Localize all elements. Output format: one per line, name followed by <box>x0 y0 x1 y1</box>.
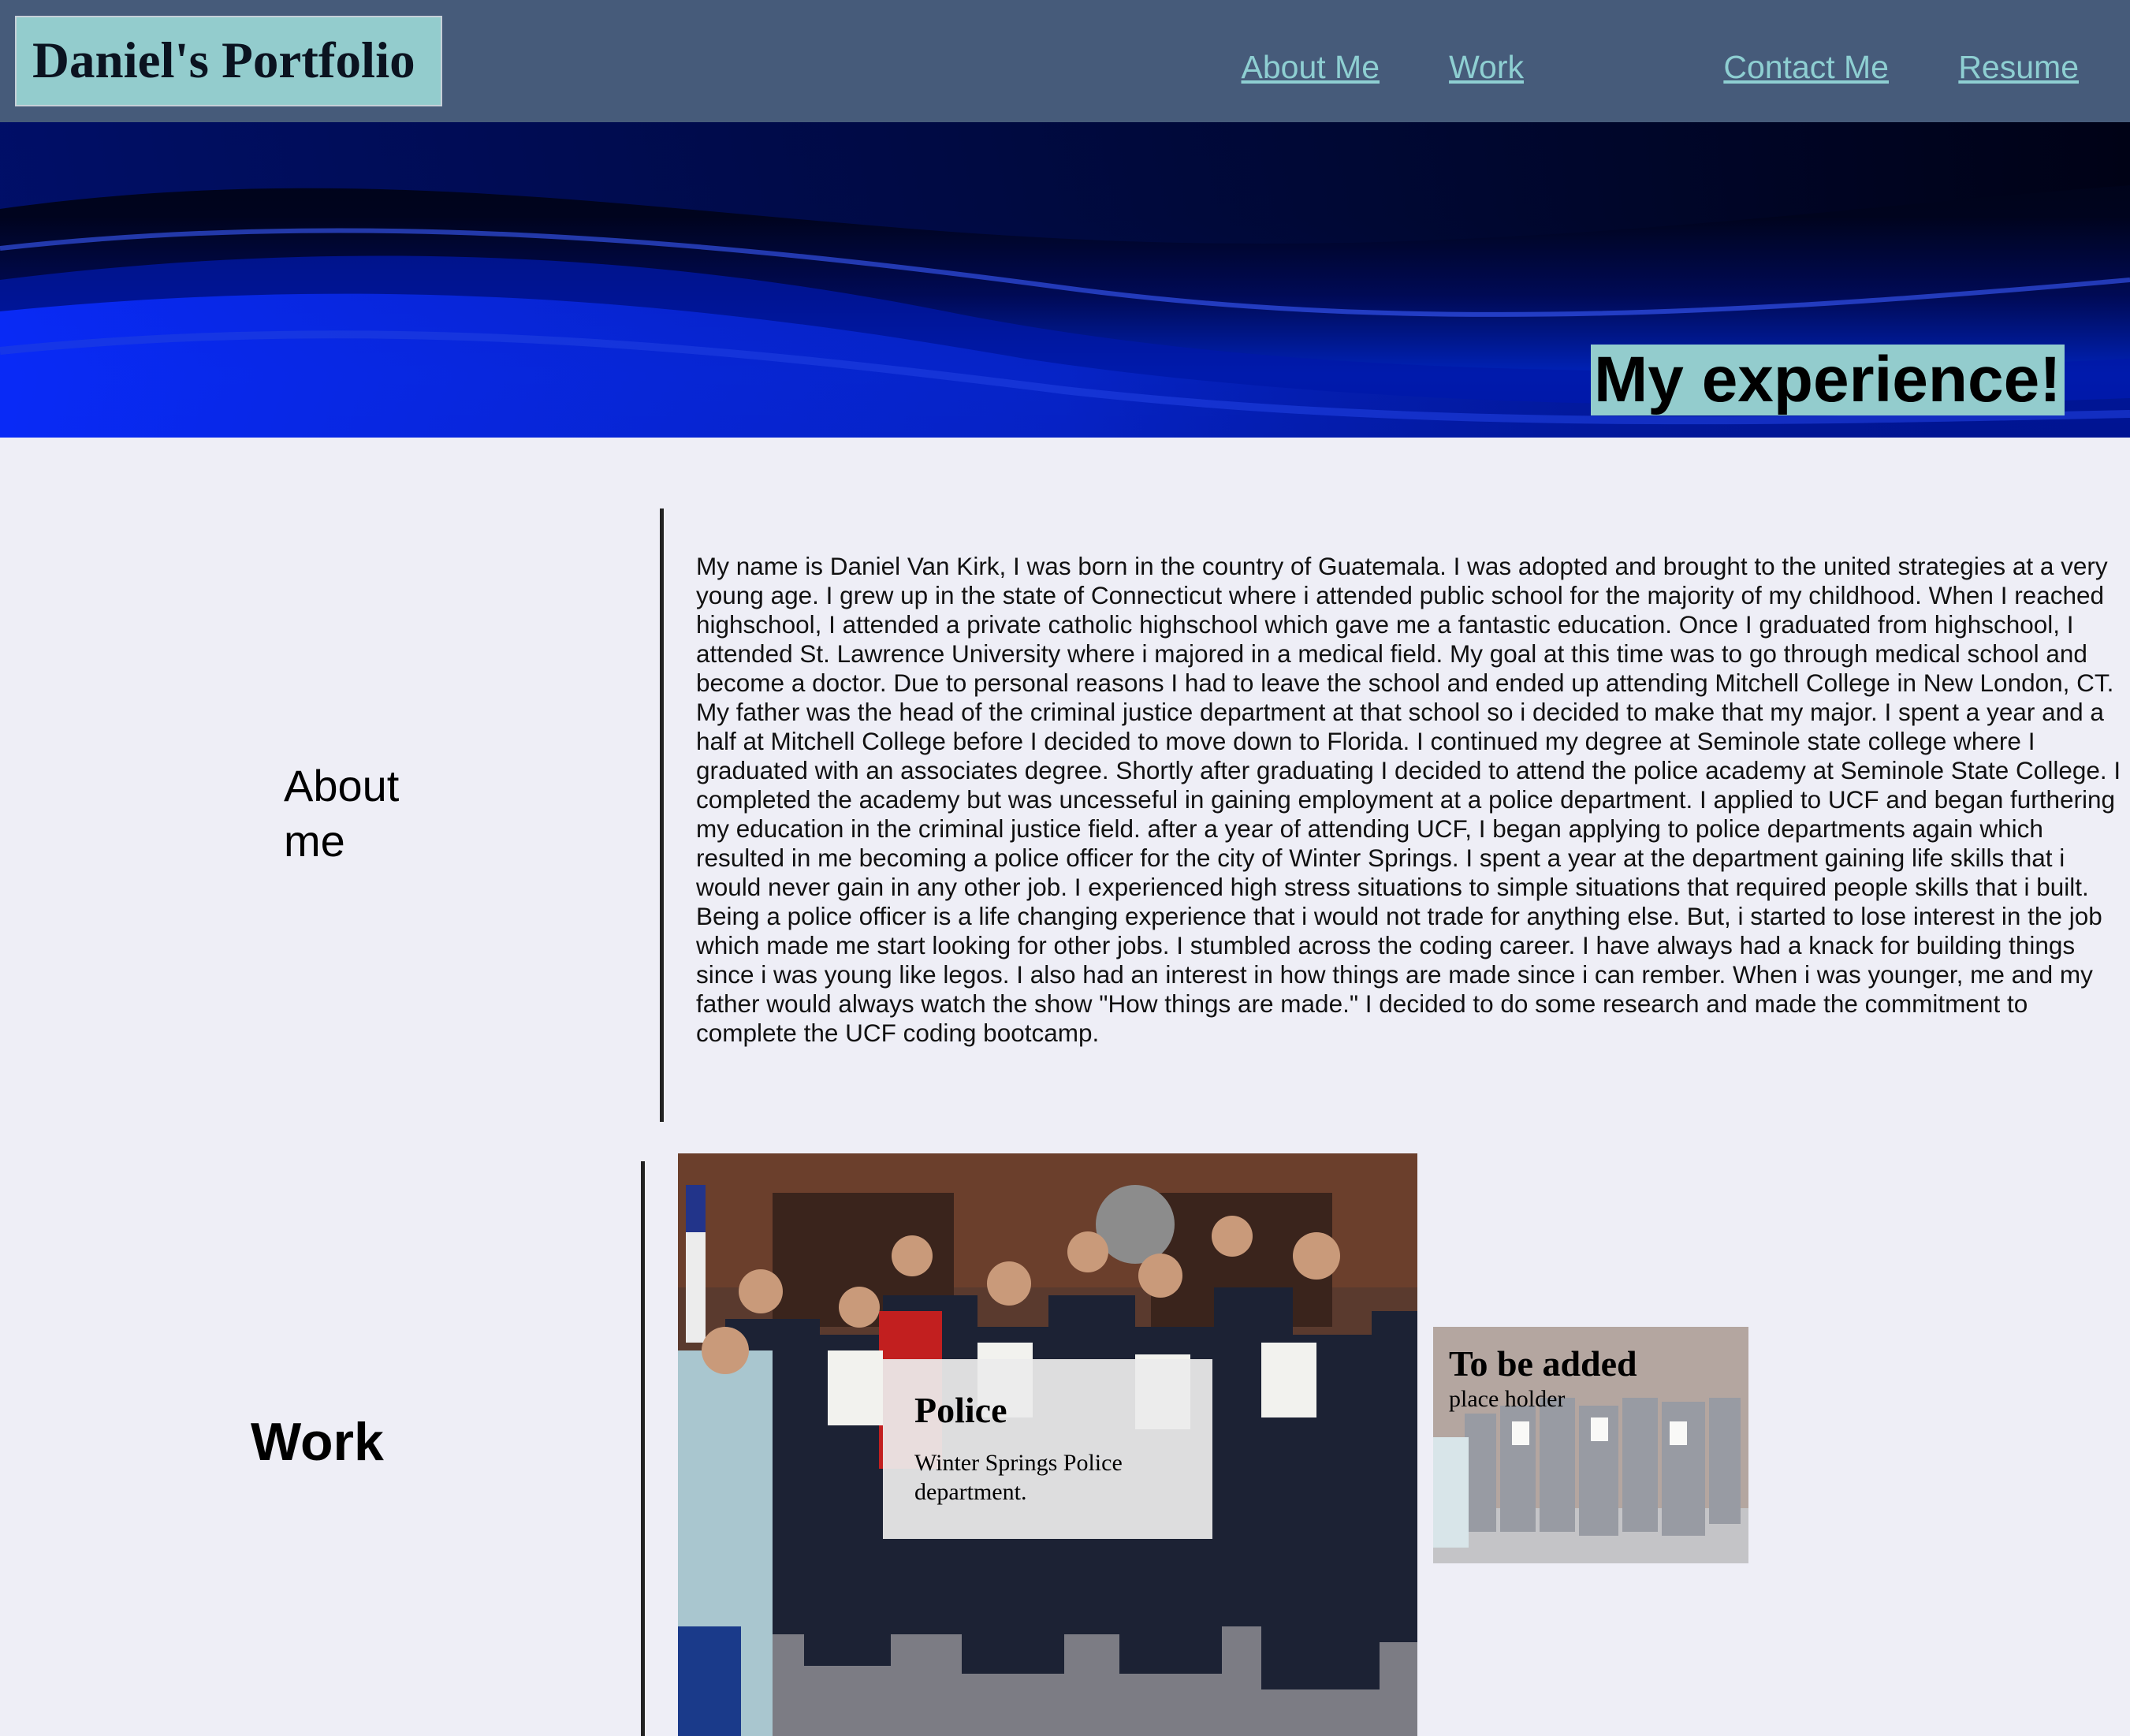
police-caption: Police Winter Springs Police department. <box>883 1359 1212 1539</box>
nav-link-about-me[interactable]: About Me <box>1242 49 1380 86</box>
placeholder-caption: To be added place holder <box>1449 1343 1637 1413</box>
hero-banner: My experience! <box>0 122 2130 438</box>
nav-link-work[interactable]: Work <box>1449 49 1524 86</box>
work-heading: Work <box>251 1412 384 1472</box>
card-subtitle: Winter Springs Police department. <box>914 1450 1123 1505</box>
work-divider <box>641 1161 645 1736</box>
work-card-placeholder[interactable]: To be added place holder <box>1433 1327 1748 1563</box>
work-card-police[interactable]: Police Winter Springs Police department. <box>678 1153 1417 1736</box>
nav-link-resume[interactable]: Resume <box>1958 49 2079 86</box>
nav-link-contact-me[interactable]: Contact Me <box>1723 49 1889 86</box>
card-title: To be added <box>1449 1343 1637 1384</box>
card-subtitle: place holder <box>1449 1386 1566 1412</box>
site-header: Daniel's Portfolio About Me Work Contact… <box>0 0 2130 122</box>
about-heading: About me <box>284 761 400 866</box>
hero-title: My experience! <box>1591 345 2065 415</box>
about-divider <box>660 509 664 1122</box>
about-body-text: My name is Daniel Van Kirk, I was born i… <box>696 552 2121 1047</box>
card-title: Police <box>914 1390 1007 1430</box>
site-brand[interactable]: Daniel's Portfolio <box>15 16 442 106</box>
